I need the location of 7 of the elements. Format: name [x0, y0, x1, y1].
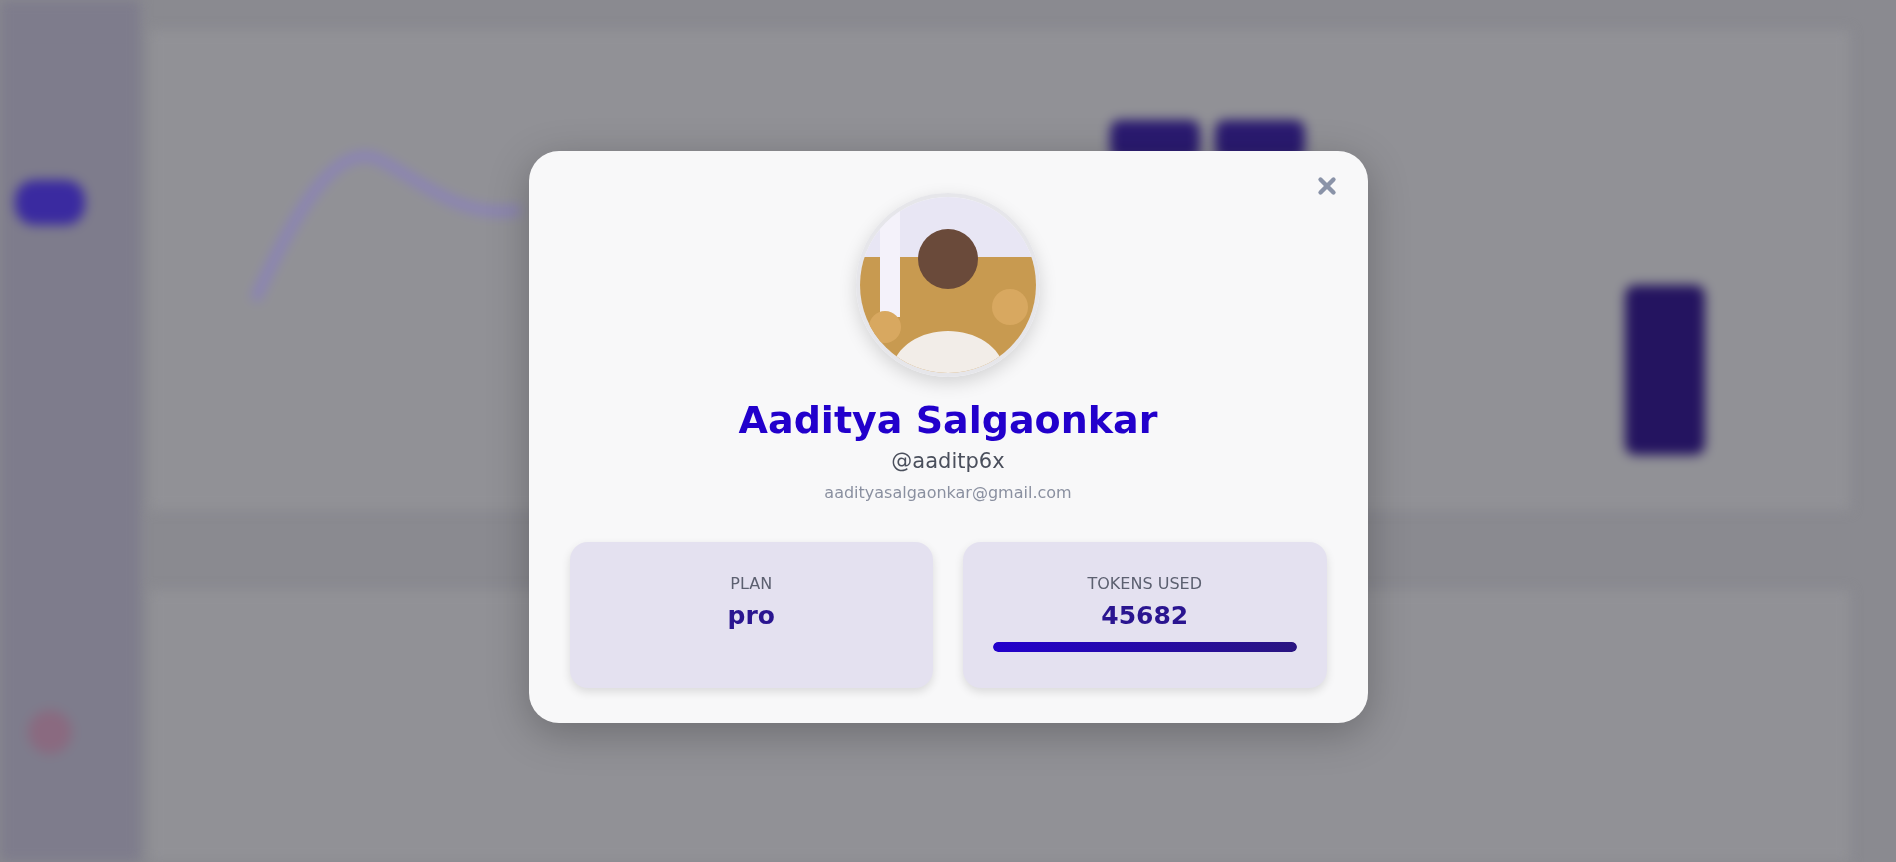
user-name: Aaditya Salgaonkar	[738, 399, 1158, 443]
username: @aaditp6x	[891, 448, 1005, 473]
stat-label: TOKENS USED	[1087, 573, 1202, 593]
stat-value: 45682	[1101, 600, 1189, 630]
stat-value: pro	[727, 600, 775, 630]
email-address: aadityasalgaonkar@gmail.com	[824, 482, 1072, 502]
stat-label: PLAN	[730, 573, 773, 593]
